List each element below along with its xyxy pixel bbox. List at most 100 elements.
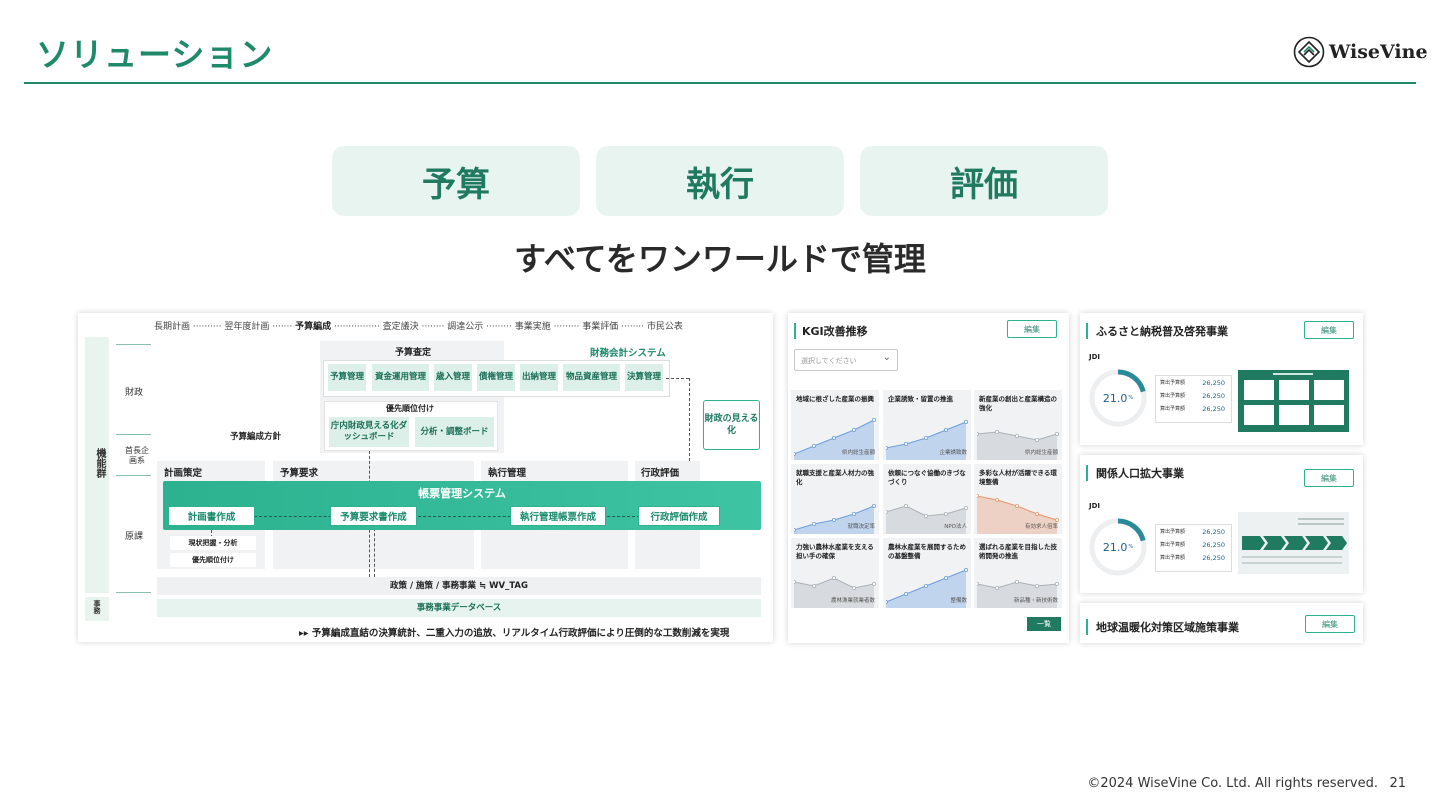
column-head-plan: 計画策定 [164, 468, 203, 479]
timeline-step-active: 予算編成 [295, 322, 332, 332]
kgi-card-footer: 有効求人倍率 [1024, 524, 1058, 530]
wisevine-logo: WiseVine [1293, 36, 1428, 68]
kgi-card-footer: 企業誘致数 [939, 450, 967, 456]
module-settlement: 決算管理 [625, 364, 663, 391]
kgi-card-title: 地域に根ざした産業の振興 [796, 395, 874, 403]
project-panel-1: ふるさと納税普及啓発事業 編集 JDI 21.0% 算出予算額 26,250 算出… [1080, 313, 1363, 445]
module-fund: 資金運用管理 [372, 364, 429, 391]
kgi-edit-button[interactable]: 編集 [1007, 320, 1057, 338]
project-edit-button[interactable]: 編集 [1304, 321, 1354, 339]
kgi-card[interactable]: 企業誘致・留置の推進企業誘致数 [883, 390, 971, 460]
flow-thumbnail [1238, 512, 1349, 574]
row-label-finance: 財政 [125, 388, 144, 398]
kgi-card-title: 依頼につなぐ協働のきづなづくり [888, 469, 966, 486]
wisevine-logo-icon [1293, 36, 1325, 68]
db-row: 事務事業データベース [157, 599, 761, 617]
timeline-step: 事業実施 [514, 322, 551, 332]
kgi-card[interactable]: 依頼につなぐ協働のきづなづくり NPO法人 [883, 464, 971, 534]
function-group-label: 機能群 [94, 448, 105, 478]
kgi-card-footer: 県内総生産額 [841, 450, 875, 456]
budget-values: 算出予算額 26,250 算出予算額 26,250 算出予算額 26,250 [1155, 524, 1232, 572]
kgi-card[interactable]: 力強い農林水産業を支える担い手の確保農林漁業就業者数 [791, 538, 879, 608]
policy-tag-row: 政策 / 施策 / 事務事業 ≒ WV_TAG [157, 577, 761, 595]
kgi-card[interactable]: 就職支援と産業人材力の強化就職決定率 [791, 464, 879, 534]
ring-value: 21.0% [1102, 391, 1134, 405]
jdi-label: JDI [1089, 353, 1101, 361]
kgi-panel: KGI改善推移 編集 選択してください 地域に根ざした産業の振興県内総生産額企業… [788, 313, 1069, 643]
pill-execution: 執行 [596, 146, 844, 216]
sub-item-priority: 優先順位付け [170, 553, 256, 567]
kgi-card-footer: 整備数 [950, 598, 967, 604]
db-group-label: 事務 [93, 600, 101, 614]
timeline-step: 市民公表 [646, 322, 683, 332]
analysis-board-chip: 分析・調整ボード [415, 417, 494, 447]
kgi-card-footer: 農林漁業就業者数 [830, 598, 875, 604]
project-edit-button[interactable]: 編集 [1305, 615, 1355, 633]
timeline-step: 査定議決 [382, 322, 419, 332]
column-head-request: 予算要求 [280, 468, 319, 479]
project-title: ふるさと納税普及啓発事業 [1086, 323, 1228, 339]
kgi-select[interactable]: 選択してください [794, 349, 898, 371]
diagram-caption: ▸▸ 予算編成直結の決算統計、二重入力の追放、リアルタイム行政評価により圧倒的な… [299, 628, 730, 639]
module-assets: 物品資産管理 [563, 364, 620, 391]
evaluation-document-button[interactable]: 行政評価作成 [638, 506, 720, 526]
timeline-step: 事業評価 [582, 322, 619, 332]
page-title: ソリューション [36, 35, 274, 74]
budget-review-label: 予算査定 [395, 348, 432, 358]
project-title: 関係人口拡大事業 [1086, 465, 1184, 481]
timeline-step: 調達公示 [447, 322, 484, 332]
document-thumbnail [1238, 370, 1349, 432]
kgi-title: KGI改善推移 [794, 323, 868, 339]
row-label-department: 原課 [125, 532, 144, 542]
budget-values: 算出予算額 26,250 算出予算額 26,250 算出予算額 26,250 [1155, 375, 1232, 423]
timeline-step: 翌年度計画 [224, 322, 270, 332]
kgi-list-button[interactable]: 一覧 [1027, 617, 1061, 631]
page-number: 21 [1389, 776, 1406, 791]
project-panel-2: 関係人口拡大事業 編集 JDI 21.0% 算出予算額 26,250 算出予算額 2… [1080, 455, 1363, 593]
project-edit-button[interactable]: 編集 [1304, 469, 1354, 487]
project-panel-3: 地球温暖化対策区域施策事業 編集 [1080, 603, 1363, 643]
timeline: 長期計画 ·········· 翌年度計画 ······· 予算編成 ·····… [154, 322, 683, 332]
module-claims: 債権管理 [477, 364, 515, 391]
kgi-card[interactable]: 新産業の創出と産業構造の強化県内総生産額 [974, 390, 1062, 460]
column-head-evaluation: 行政評価 [641, 468, 680, 479]
kgi-card-title: 就職支援と産業人材力の強化 [796, 469, 874, 486]
row-label-mayor: 首長企画系 [125, 446, 149, 465]
copyright: ©2024 WiseVine Co. Ltd. All rights reser… [1087, 776, 1378, 791]
kgi-card-footer: 就職決定率 [847, 524, 875, 530]
kgi-card-title: 力強い農林水産業を支える担い手の確保 [796, 543, 874, 560]
module-treasury: 出納管理 [520, 364, 558, 391]
jdi-label: JDI [1089, 502, 1101, 510]
module-budget: 予算管理 [328, 364, 366, 391]
finance-visualization-box: 財政の見える化 [703, 400, 760, 450]
system-diagram: 長期計画 ·········· 翌年度計画 ······· 予算編成 ·····… [78, 313, 773, 642]
kgi-card-title: 新産業の創出と産業構造の強化 [979, 395, 1057, 412]
kgi-card-title: 企業誘致・留置の推進 [888, 395, 953, 403]
timeline-step: 長期計画 [154, 322, 191, 332]
execution-document-button[interactable]: 執行管理帳票作成 [510, 506, 606, 526]
logo-text: WiseVine [1329, 41, 1428, 63]
kgi-card-footer: NPO法人 [944, 524, 967, 530]
form-management-label: 帳票管理システム [418, 487, 506, 500]
kgi-card-title: 多彩な人材が活躍できる環境整備 [979, 469, 1057, 486]
kgi-card[interactable]: 多彩な人材が活躍できる環境整備有効求人倍率 [974, 464, 1062, 534]
subtitle: すべてをワンワールドで管理 [514, 240, 926, 278]
kgi-card-footer: 新品種・新技術数 [1013, 598, 1058, 604]
project-title: 地球温暖化対策区域施策事業 [1086, 619, 1239, 635]
kgi-card[interactable]: 農林水産業を展開するための基盤整備整備数 [883, 538, 971, 608]
plan-document-button[interactable]: 計画書作成 [168, 506, 255, 526]
ring-value: 21.0% [1102, 540, 1134, 554]
accounting-system-label: 財務会計システム [590, 348, 666, 359]
kgi-card[interactable]: 選ばれる産業を目指した技術開発の推進新品種・新技術数 [974, 538, 1062, 608]
kgi-card[interactable]: 地域に根ざした産業の振興県内総生産額 [791, 390, 879, 460]
kgi-card-title: 選ばれる産業を目指した技術開発の推進 [979, 543, 1057, 560]
sub-item-analysis: 現状把握・分析 [170, 536, 256, 550]
kgi-card-footer: 県内総生産額 [1024, 450, 1058, 456]
request-document-button[interactable]: 予算要求書作成 [330, 506, 417, 526]
kgi-card-title: 農林水産業を展開するための基盤整備 [888, 543, 966, 560]
module-revenue: 歳入管理 [434, 364, 472, 391]
pill-evaluation: 評価 [860, 146, 1108, 216]
priority-label: 優先順位付け [386, 404, 434, 413]
column-head-execution: 執行管理 [488, 468, 527, 479]
pill-budget: 予算 [332, 146, 580, 216]
